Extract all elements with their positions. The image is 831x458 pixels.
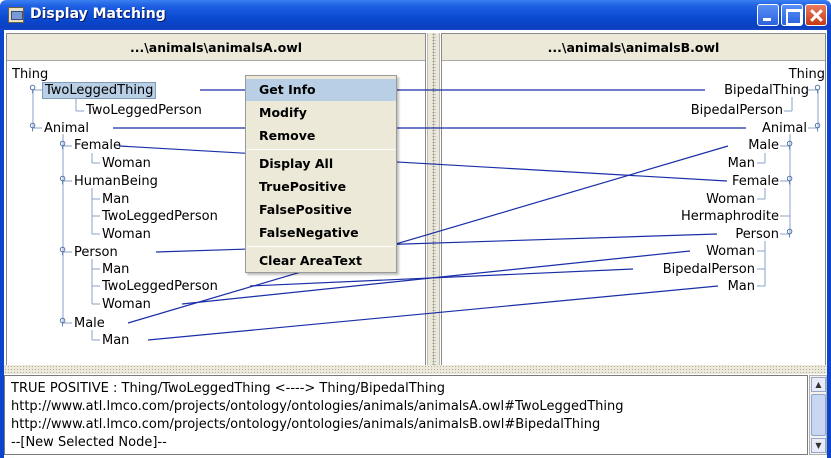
expand-handle-icon[interactable]: ⚲	[59, 140, 68, 151]
menu-item-false-positive[interactable]: FalsePositive	[246, 199, 396, 221]
tree-node-hermaphrodite[interactable]: Hermaphrodite	[681, 209, 779, 224]
tree-node-animal[interactable]: Animal	[762, 121, 807, 136]
tree-node-person[interactable]: Person	[735, 227, 779, 242]
info-line: http://www.atl.lmco.com/projects/ontolog…	[11, 417, 601, 432]
close-button[interactable]	[805, 4, 827, 26]
left-panel-header: ...\animals\animalsA.owl	[7, 34, 425, 61]
tree-node-man[interactable]: Man	[728, 156, 755, 171]
tree-node-thing[interactable]: Thing	[12, 67, 48, 82]
text-area-scrollbar[interactable]: ▲ ▼	[809, 375, 827, 455]
tree-node-man[interactable]: Man	[102, 333, 129, 348]
horizontal-split-divider[interactable]	[4, 365, 827, 374]
tree-node-twoleggedthing[interactable]: TwoLeggedThing	[42, 82, 157, 99]
info-text-area[interactable]: TRUE POSITIVE : Thing/TwoLeggedThing <--…	[4, 375, 808, 455]
menu-item-modify[interactable]: Modify	[246, 102, 396, 124]
app-window-icon	[8, 7, 24, 23]
tree-node-person[interactable]: Person	[74, 245, 118, 260]
tree-node-female[interactable]: Female	[732, 174, 779, 189]
scrollbar-thumb[interactable]	[811, 394, 826, 436]
tree-node-twoleggedperson[interactable]: TwoLeggedPerson	[86, 103, 202, 118]
expand-handle-icon[interactable]: ⚲	[814, 84, 823, 95]
menu-item-clear-areatext[interactable]: Clear AreaText	[246, 250, 396, 272]
expand-handle-icon[interactable]: ⚲	[59, 246, 68, 257]
menu-item-remove[interactable]: Remove	[246, 125, 396, 147]
vertical-split-divider[interactable]	[427, 33, 440, 373]
tree-node-male[interactable]: Male	[748, 138, 779, 153]
title-bar[interactable]: Display Matching	[0, 0, 831, 30]
context-menu: Get Info Modify Remove Display All TrueP…	[245, 75, 397, 273]
tree-node-humanbeing[interactable]: HumanBeing	[74, 174, 158, 189]
minimize-button[interactable]	[757, 4, 779, 26]
tree-node-twoleggedperson[interactable]: TwoLeggedPerson	[102, 279, 218, 294]
arrow-down-icon[interactable]: ▼	[811, 438, 826, 453]
tree-node-woman[interactable]: Woman	[706, 244, 755, 259]
expand-handle-icon[interactable]: ⚲	[786, 228, 795, 239]
tree-node-thing[interactable]: Thing	[789, 67, 825, 82]
tree-node-woman[interactable]: Woman	[102, 227, 151, 242]
tree-node-man[interactable]: Man	[102, 262, 129, 277]
menu-separator	[247, 149, 395, 150]
tree-node-female[interactable]: Female	[74, 138, 121, 153]
expand-handle-icon[interactable]: ⚲	[786, 175, 795, 186]
info-line: TRUE POSITIVE : Thing/TwoLeggedThing <--…	[11, 381, 445, 396]
info-line: http://www.atl.lmco.com/projects/ontolog…	[11, 399, 624, 414]
menu-item-display-all[interactable]: Display All	[246, 153, 396, 175]
expand-handle-icon[interactable]: ⚲	[59, 317, 68, 328]
tree-node-woman[interactable]: Woman	[706, 192, 755, 207]
expand-handle-icon[interactable]: ⚲	[29, 84, 38, 95]
right-panel-header: ...\animals\animalsB.owl	[442, 34, 825, 61]
tree-node-animal[interactable]: Animal	[44, 121, 89, 136]
expand-handle-icon[interactable]: ⚲	[59, 175, 68, 186]
window-title: Display Matching	[30, 6, 166, 22]
menu-separator	[247, 246, 395, 247]
expand-handle-icon[interactable]: ⚲	[29, 122, 38, 133]
menu-item-get-info[interactable]: Get Info	[246, 79, 396, 101]
arrow-up-icon[interactable]: ▲	[811, 377, 826, 392]
tree-node-twoleggedperson[interactable]: TwoLeggedPerson	[102, 209, 218, 224]
maximize-button[interactable]	[781, 4, 803, 26]
menu-item-false-negative[interactable]: FalseNegative	[246, 222, 396, 244]
tree-node-bipedalperson[interactable]: BipedalPerson	[663, 262, 755, 277]
tree-node-woman[interactable]: Woman	[102, 297, 151, 312]
tree-node-bipedalperson[interactable]: BipedalPerson	[691, 103, 783, 118]
expand-handle-icon[interactable]: ⚲	[786, 140, 795, 151]
tree-node-bipedalthing[interactable]: BipedalThing	[724, 83, 809, 98]
info-line: --[New Selected Node]--	[11, 435, 167, 450]
tree-node-man[interactable]: Man	[102, 192, 129, 207]
expand-handle-icon[interactable]: ⚲	[814, 122, 823, 133]
tree-node-man[interactable]: Man	[728, 279, 755, 294]
menu-item-true-positive[interactable]: TruePositive	[246, 176, 396, 198]
tree-node-male[interactable]: Male	[74, 316, 105, 331]
tree-node-woman[interactable]: Woman	[102, 156, 151, 171]
window-frame-right	[827, 30, 831, 458]
